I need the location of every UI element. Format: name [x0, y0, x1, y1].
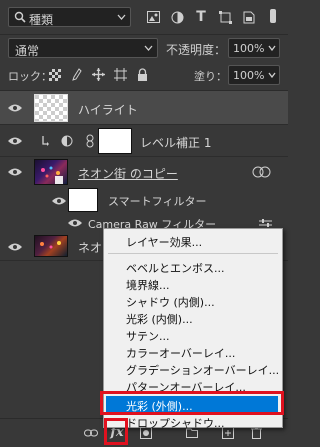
shape-filter-icon[interactable]: [218, 10, 232, 24]
layer-name[interactable]: レベル補正 1: [140, 134, 211, 151]
menu-item-stroke[interactable]: 境界線...: [126, 277, 170, 293]
fill-value: 100%: [233, 69, 265, 82]
menu-item-blending-options[interactable]: レイヤー効果...: [126, 234, 202, 250]
blend-mode-dropdown[interactable]: 通常: [8, 38, 158, 58]
chevron-down-icon: [143, 43, 153, 53]
menu-item-gradient-overlay[interactable]: グラデーションオーバーレイ...: [126, 362, 279, 378]
lock-position-icon[interactable]: [92, 68, 105, 81]
smart-filter-label: スマートフィルター: [108, 195, 207, 208]
layer-mask-thumbnail[interactable]: [98, 128, 132, 154]
lock-artboard-icon[interactable]: [114, 68, 127, 81]
chevron-down-icon: [267, 70, 276, 80]
menu-item-satin[interactable]: サテン...: [126, 328, 170, 344]
layer-row-levels[interactable]: レベル補正 1: [0, 125, 288, 157]
menu-divider: [108, 253, 278, 254]
filter-toggle-icon[interactable]: [270, 9, 276, 23]
lock-label: ロック：: [8, 70, 52, 83]
eye-icon[interactable]: [6, 102, 24, 114]
layer-thumbnail: [34, 159, 68, 185]
lock-row: ロック： 塗り： 100%: [0, 63, 288, 89]
filter-row: 種類 T: [0, 0, 288, 34]
smart-filter-mask-thumbnail[interactable]: [68, 188, 98, 212]
layer-name[interactable]: ネオン街 のコピー: [78, 165, 178, 182]
layer-row-highlight[interactable]: ハイライト: [0, 91, 288, 125]
clipping-arrow-icon: [40, 134, 50, 147]
adjustment-filter-icon[interactable]: [170, 10, 184, 24]
fill-label: 塗り：: [194, 70, 227, 83]
menu-item-color-overlay[interactable]: カラーオーバーレイ...: [126, 345, 235, 361]
smart-object-filter-icon[interactable]: [242, 10, 256, 24]
opacity-label: 不透明度：: [166, 43, 227, 57]
layer-thumbnail: [34, 235, 68, 257]
adjustment-layer-icon: [60, 134, 73, 147]
lock-all-icon[interactable]: [136, 67, 149, 81]
layer-row-neon-copy[interactable]: ネオン街 のコピー: [0, 157, 288, 187]
eye-icon[interactable]: [66, 217, 84, 229]
opacity-input[interactable]: 100%: [228, 38, 280, 58]
type-filter-icon[interactable]: T: [194, 9, 208, 25]
blend-mode-value: 通常: [15, 44, 40, 58]
link-layers-icon[interactable]: [84, 427, 98, 439]
search-icon: [13, 10, 27, 24]
eye-icon[interactable]: [6, 135, 24, 147]
chevron-down-icon: [267, 43, 276, 53]
eye-icon[interactable]: [6, 166, 24, 178]
blend-row: 通常 不透明度： 100%: [0, 35, 288, 63]
annotation-box-fx-button: [104, 418, 128, 445]
menu-item-drop-shadow[interactable]: ドロップシャドウ...: [126, 415, 225, 431]
image-filter-icon[interactable]: [146, 10, 160, 24]
layer-thumbnail: [34, 94, 68, 122]
opacity-value: 100%: [233, 42, 265, 55]
menu-item-bevel-emboss[interactable]: ベベルとエンボス...: [126, 260, 225, 276]
layer-name[interactable]: ハイライト: [78, 101, 138, 118]
fill-input[interactable]: 100%: [228, 65, 280, 85]
lock-image-pixels-icon[interactable]: [70, 68, 83, 81]
filter-kind-dropdown[interactable]: 種類: [8, 7, 131, 27]
menu-item-inner-glow[interactable]: 光彩 (内側)...: [126, 311, 193, 327]
smart-filter-row[interactable]: スマートフィルター: [0, 187, 288, 213]
eye-icon[interactable]: [6, 241, 24, 253]
menu-item-inner-shadow[interactable]: シャドウ (内側)...: [126, 294, 215, 310]
chain-link-icon[interactable]: [84, 133, 96, 148]
smart-filter-indicator-icon[interactable]: [252, 165, 272, 179]
eye-icon[interactable]: [50, 195, 68, 207]
chevron-down-icon: [116, 12, 126, 22]
annotation-box-outer-glow: [100, 391, 284, 415]
lock-transparent-pixels-icon[interactable]: [48, 68, 61, 81]
filter-kind-label: 種類: [29, 13, 54, 27]
